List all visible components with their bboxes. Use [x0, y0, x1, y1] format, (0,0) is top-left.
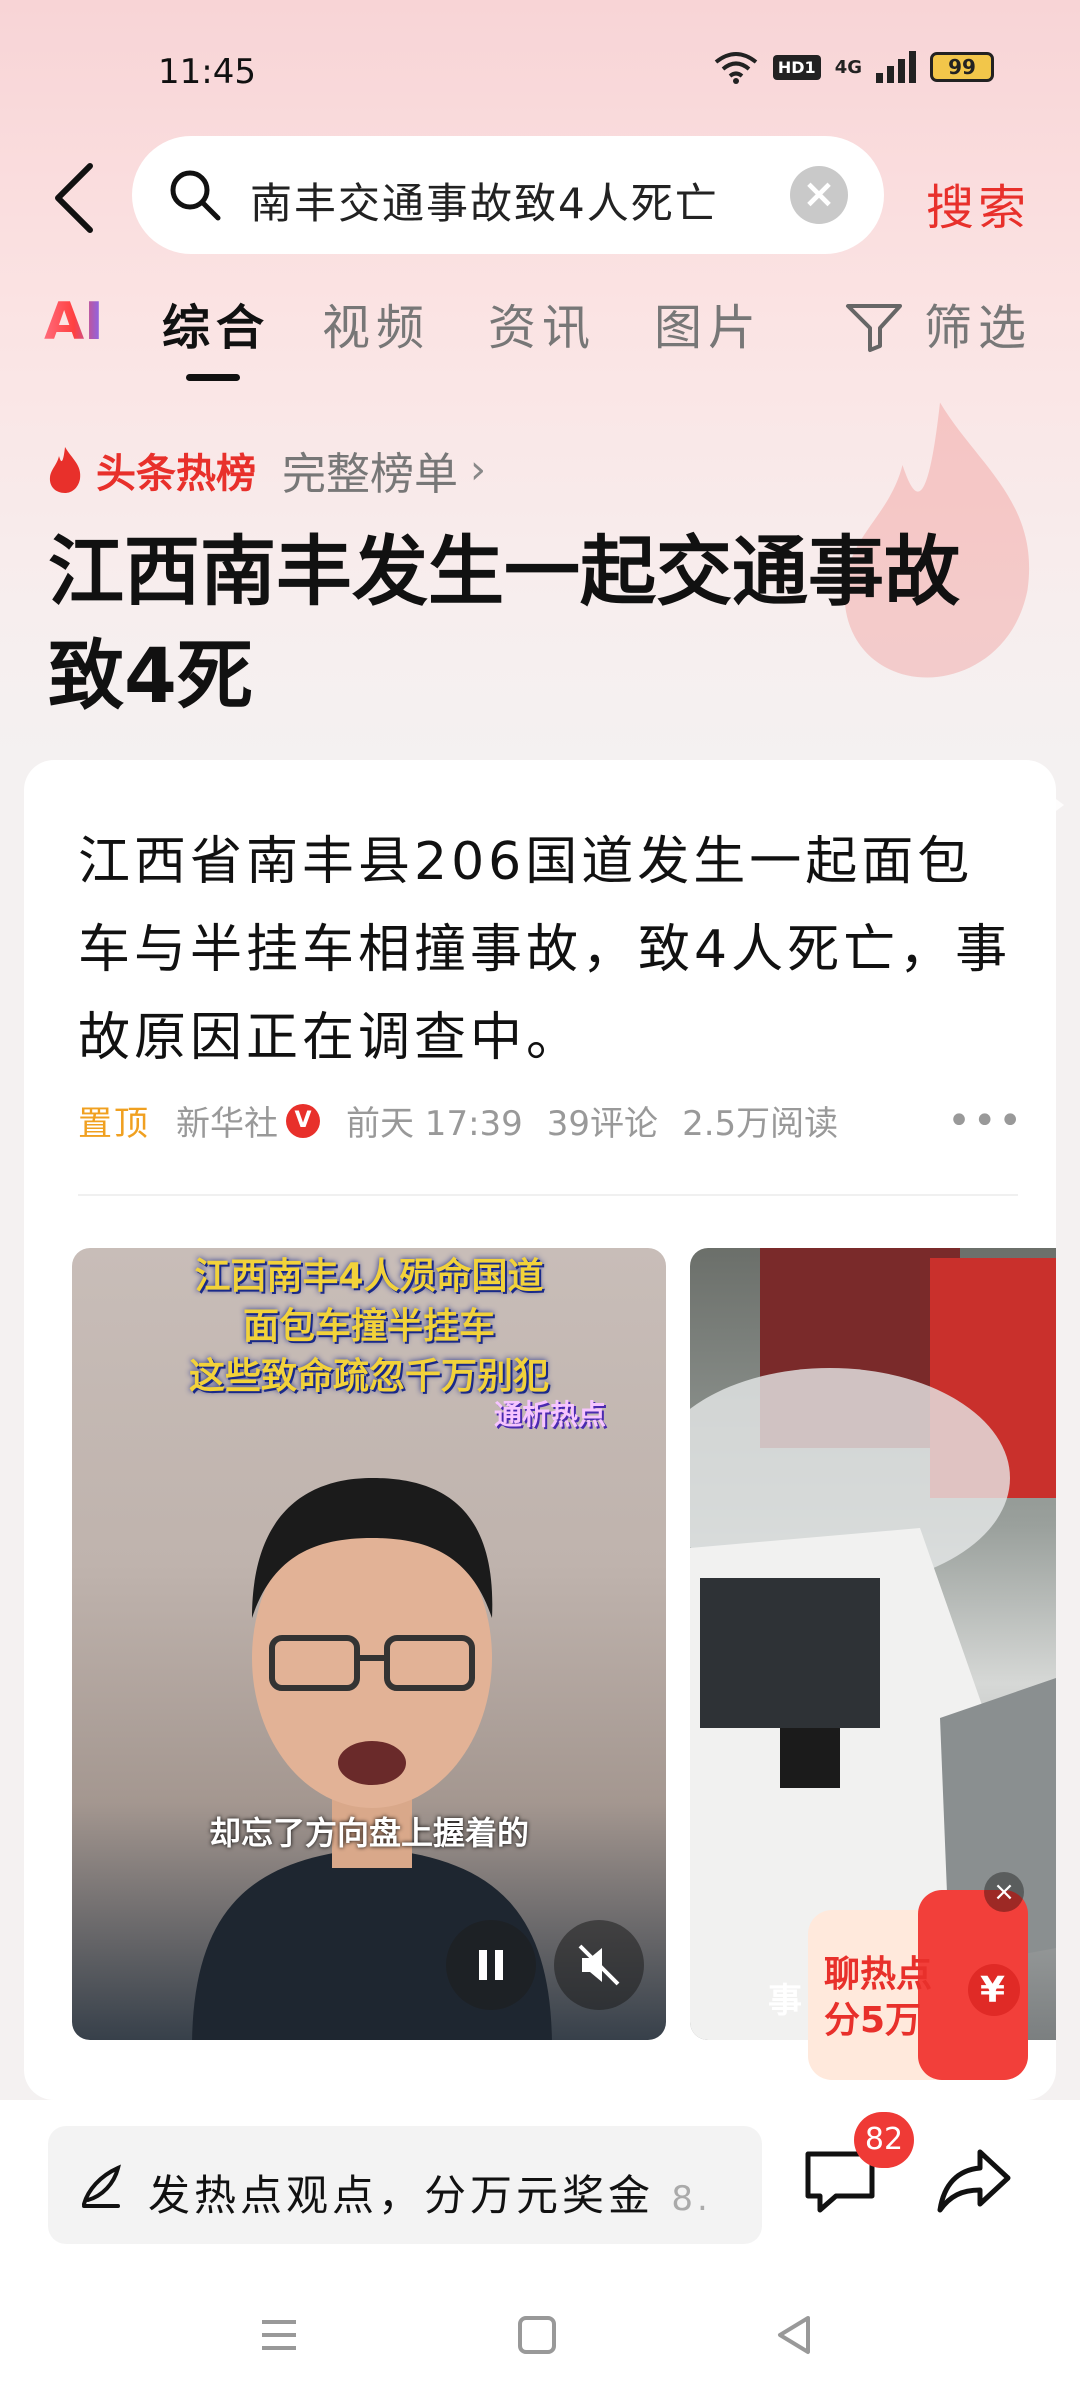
pause-icon	[479, 1950, 503, 1980]
promo-close-icon[interactable]: ×	[984, 1872, 1024, 1912]
battery-indicator: 99	[930, 52, 994, 82]
news-summary[interactable]: 江西省南丰县206国道发生一起面包车与半挂车相撞事故，致4人死亡，事故原因正在调…	[78, 818, 1028, 1082]
back-nav-icon[interactable]	[770, 2310, 820, 2360]
comment-input[interactable]: 发热点观点，分万元奖金 8.	[48, 2126, 762, 2244]
yuan-icon: ¥	[980, 1970, 1006, 2011]
video-label: 事	[768, 1981, 802, 2021]
video-thumbnail[interactable]: 江西南丰4人殒命国道 面包车撞半挂车 这些致命疏忽千万别犯 通析热点 却忘了方向…	[72, 1248, 666, 2040]
status-icons: HD1 4G 99	[713, 50, 994, 84]
tab-active-indicator	[186, 374, 240, 381]
chevron-right-icon: ›	[470, 447, 486, 493]
tab-video[interactable]: 视频	[322, 288, 430, 358]
tab-news[interactable]: 资讯	[488, 288, 596, 358]
source-name[interactable]: 新华社	[176, 1096, 278, 1145]
promo-line-2: 分5万	[824, 2000, 922, 2041]
verified-badge: V	[286, 1103, 320, 1138]
video-title-line: 面包车撞半挂车	[242, 1306, 495, 1347]
hot-headline[interactable]: 江西南丰发生一起交通事故致4死	[48, 520, 1008, 728]
comment-placeholder-suffix: 8.	[671, 2179, 712, 2219]
pinned-label: 置顶	[78, 1104, 150, 1144]
hd-badge: HD1	[772, 54, 821, 80]
back-button[interactable]	[46, 158, 106, 238]
search-button[interactable]: 搜索	[926, 168, 1030, 238]
video-title-overlay: 江西南丰4人殒命国道 面包车撞半挂车 这些致命疏忽千万别犯	[72, 1252, 666, 1402]
mute-icon	[578, 1944, 620, 1986]
publish-time: 前天 17:39	[346, 1104, 523, 1144]
full-list-link[interactable]: 完整榜单	[282, 438, 458, 502]
tab-images[interactable]: 图片	[654, 288, 762, 358]
flame-icon	[49, 447, 81, 493]
mute-button[interactable]	[554, 1920, 644, 2010]
search-query[interactable]: 南丰交通事故致4人死亡	[250, 170, 830, 231]
promo-text: 聊热点 分5万	[824, 1952, 932, 2044]
tab-bar: 综合 视频 资讯 图片 筛选	[0, 288, 1080, 388]
system-nav-bar	[0, 2270, 1080, 2400]
tab-comprehensive[interactable]: 综合	[162, 288, 270, 358]
news-meta: 置顶 新华社 V 前天 17:39 39评论 2.5万阅读	[78, 1096, 1038, 1145]
more-options-icon[interactable]: •••	[947, 1098, 1024, 1144]
hot-list-label: 头条热榜	[96, 451, 256, 497]
network-label: 4G	[834, 56, 862, 78]
play-icon[interactable]	[1004, 760, 1064, 850]
promo-line-1: 聊热点	[824, 1954, 933, 1995]
comment-placeholder-text: 发热点观点，分万元奖金	[148, 2171, 655, 2220]
video-title-line: 江西南丰4人殒命国道	[194, 1256, 544, 1297]
share-icon[interactable]	[934, 2140, 1014, 2220]
search-icon	[170, 170, 221, 221]
status-bar: 11:45 HD1 4G 99	[0, 0, 1080, 140]
wifi-icon	[714, 52, 758, 84]
comment-count-badge: 82	[854, 2112, 914, 2168]
comment-count: 39评论	[546, 1104, 659, 1144]
promo-widget[interactable]: 聊热点 分5万 ¥	[808, 1890, 1028, 2080]
filter-icon[interactable]	[844, 300, 904, 354]
tab-filter[interactable]: 筛选	[924, 288, 1032, 358]
pause-button[interactable]	[446, 1920, 536, 2010]
read-count: 2.5万阅读	[682, 1104, 839, 1144]
divider	[78, 1194, 1018, 1196]
clear-icon[interactable]: ×	[790, 166, 848, 224]
search-input[interactable]: 南丰交通事故致4人死亡 ×	[132, 136, 884, 254]
status-time: 11:45	[158, 52, 256, 92]
hot-list-row[interactable]: 头条热榜 完整榜单 ›	[44, 440, 486, 500]
video-subtitle: 却忘了方向盘上握着的	[208, 1814, 529, 1852]
pen-icon	[82, 2164, 121, 2208]
signal-icon	[876, 51, 916, 83]
home-icon[interactable]	[512, 2310, 562, 2360]
menu-icon[interactable]	[254, 2310, 304, 2360]
comment-placeholder: 发热点观点，分万元奖金 8.	[148, 2162, 748, 2223]
